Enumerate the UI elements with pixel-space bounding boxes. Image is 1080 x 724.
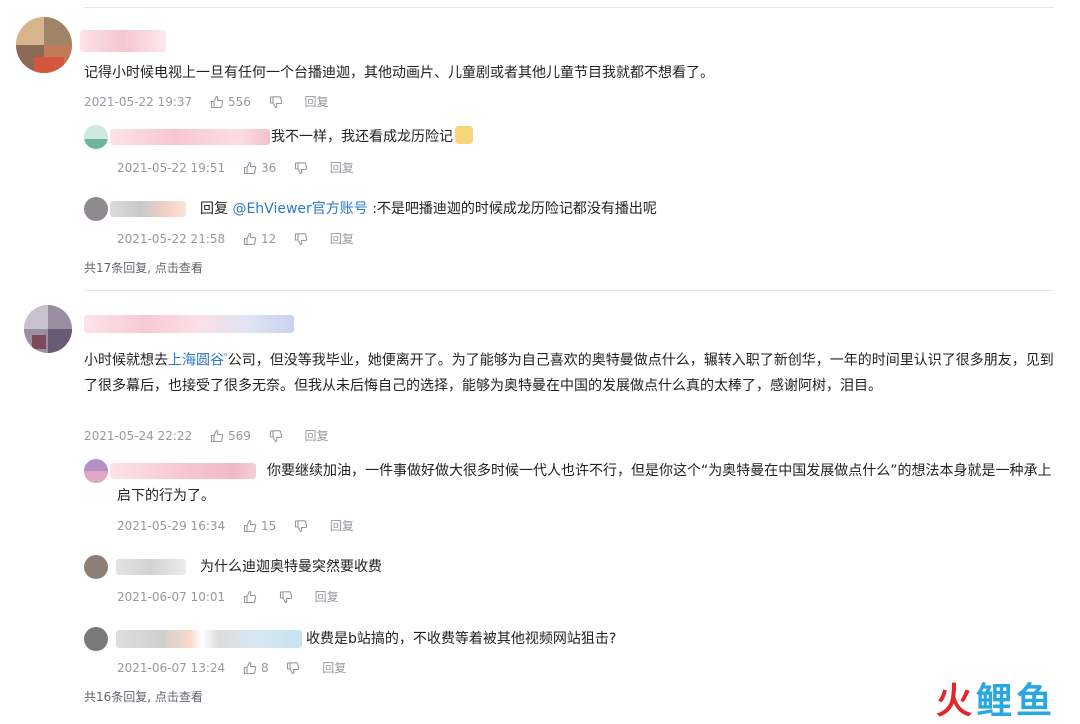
reply-prefix: 回复 [200, 201, 233, 217]
thumbs-down-icon[interactable] [269, 429, 283, 443]
comment-date: 2021-05-22 19:37 [84, 94, 193, 109]
comment-text: 记得小时候电视上一旦有任何一个台播迪迦，其他动画片、儿童剧或者其他儿童节目我就都… [84, 65, 714, 81]
watermark-logo: 火鲤鱼 [936, 672, 1056, 724]
comment-meta: 2021-05-24 22:22 569 回复 [84, 427, 329, 443]
comment-text: 小时候就想去上海圆谷ᵒ公司，但没等我毕业，她便离开了。为了能够为自己喜欢的奥特曼… [84, 345, 1054, 399]
thread-divider [84, 290, 1054, 291]
username-redacted[interactable] [116, 559, 186, 575]
reply-date: 2021-05-29 16:34 [117, 518, 226, 533]
avatar[interactable] [84, 555, 108, 579]
reply-button[interactable]: 回复 [322, 660, 346, 676]
thread-divider [84, 7, 1054, 8]
comment-body: 公司，但没等我毕业，她便离开了。为了能够为自己喜欢的奥特曼做点什么，辗转入职了新… [84, 352, 1054, 394]
reply-button[interactable]: 回复 [305, 94, 329, 110]
like-count: 15 [260, 518, 277, 533]
comment-meta: 2021-05-22 19:37 556 回复 [84, 93, 329, 109]
thumbs-down-icon[interactable] [294, 232, 308, 246]
thumbs-up-icon[interactable] [243, 590, 257, 604]
view-more-replies[interactable]: 共17条回复, 点击查看 [84, 259, 203, 276]
avatar[interactable] [84, 459, 108, 483]
reply-button[interactable]: 回复 [305, 428, 329, 444]
cat-emoji-icon [455, 126, 473, 144]
reply-meta: 2021-05-22 19:51 36 回复 [117, 159, 354, 175]
avatar[interactable] [24, 305, 72, 353]
topic-link[interactable]: 上海圆谷 [168, 353, 224, 369]
reply-meta: 2021-05-22 21:58 12 回复 [117, 230, 354, 246]
thumbs-up-icon[interactable] [243, 519, 257, 533]
username-redacted[interactable] [80, 30, 166, 52]
thumbs-up-icon[interactable] [243, 661, 257, 675]
thumbs-down-icon[interactable] [294, 519, 308, 533]
reply-date: 2021-05-22 19:51 [117, 160, 226, 175]
mention-link[interactable]: @EhViewer官方账号 [232, 201, 367, 217]
thumbs-down-icon[interactable] [286, 661, 300, 675]
like-count: 8 [260, 660, 269, 675]
view-more-replies[interactable]: 共16条回复, 点击查看 [84, 688, 203, 705]
thumbs-down-icon[interactable] [279, 590, 293, 604]
reply-body: 我不一样，我还看成龙历险记 [271, 129, 453, 145]
reply-button[interactable]: 回复 [330, 231, 354, 247]
thumbs-up-icon[interactable] [243, 161, 257, 175]
reply-text: 回复 @EhViewer官方账号 :不是吧播迪迦的时候成龙历险记都没有播出呢 [200, 197, 657, 222]
reply-text: 你要继续加油，一件事做好做大很多时候一代人也许不行，但是你这个“为奥特曼在中国发… [117, 463, 1052, 504]
thumbs-down-icon[interactable] [294, 161, 308, 175]
username-redacted[interactable] [110, 129, 270, 145]
username-redacted[interactable] [84, 315, 294, 333]
reply-text: 收费是b站搞的，不收费等着被其他视频网站狙击? [306, 631, 617, 647]
avatar[interactable] [84, 125, 108, 149]
reply-button[interactable]: 回复 [330, 518, 354, 534]
reply-meta: 2021-05-29 16:34 15 回复 [117, 517, 354, 533]
comment-body: 小时候就想去 [84, 352, 168, 369]
watermark-fire: 火 [935, 681, 976, 722]
reply-date: 2021-06-07 13:24 [117, 660, 226, 675]
reply-meta: 2021-06-07 13:24 8 回复 [117, 659, 346, 675]
reply-button[interactable]: 回复 [330, 160, 354, 176]
username-redacted[interactable] [110, 201, 186, 217]
avatar[interactable] [84, 627, 108, 651]
reply-button[interactable]: 回复 [315, 589, 339, 605]
reply-date: 2021-05-22 21:58 [117, 231, 226, 246]
thumbs-down-icon[interactable] [269, 95, 283, 109]
like-count: 36 [260, 160, 277, 175]
like-count: 12 [260, 231, 277, 246]
reply-meta: 2021-06-07 10:01 回复 [117, 588, 339, 604]
thumbs-up-icon[interactable] [210, 95, 224, 109]
like-count: 556 [227, 94, 251, 109]
comment-date: 2021-05-24 22:22 [84, 428, 193, 443]
reply-body: :不是吧播迪迦的时候成龙历险记都没有播出呢 [367, 201, 657, 217]
avatar[interactable] [16, 17, 72, 73]
watermark-rest: 鲤鱼 [975, 681, 1056, 722]
thumbs-up-icon[interactable] [210, 429, 224, 443]
thumbs-up-icon[interactable] [243, 232, 257, 246]
reply-text: 为什么迪迦奥特曼突然要收费 [200, 559, 382, 575]
username-redacted[interactable] [116, 630, 302, 648]
avatar[interactable] [84, 197, 108, 221]
like-count: 569 [227, 428, 251, 443]
reply-date: 2021-06-07 10:01 [117, 589, 226, 604]
reply-text: 我不一样，我还看成龙历险记 [271, 125, 473, 150]
